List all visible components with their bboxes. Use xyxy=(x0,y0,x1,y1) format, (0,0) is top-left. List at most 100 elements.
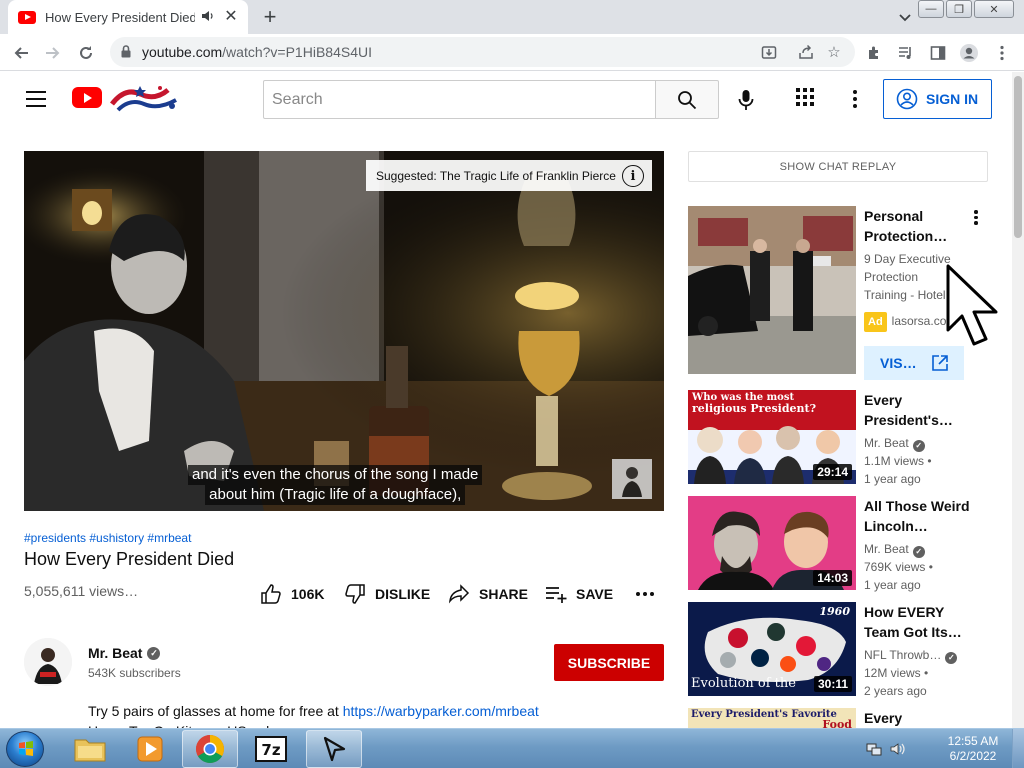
subscribe-button[interactable]: SUBSCRIBE xyxy=(554,644,664,681)
browser-toolbar: youtube.com/watch?v=P1HiB84S4UI ☆ xyxy=(0,34,1024,71)
search-input[interactable] xyxy=(264,81,655,118)
related-video-4[interactable]: Every President's Favorite Food Every xyxy=(688,708,1008,728)
thumbnail-text-2: Food xyxy=(822,718,852,728)
sign-in-button[interactable]: SIGN IN xyxy=(883,79,992,119)
related-video-3[interactable]: 1960 Evolution of the 30:11 How EVERY Tea… xyxy=(688,602,1008,702)
search-field[interactable] xyxy=(263,80,656,119)
suggested-video-card[interactable]: Suggested: The Tragic Life of Franklin P… xyxy=(366,160,652,191)
search-button[interactable] xyxy=(655,80,719,119)
browser-tab[interactable]: How Every President Died - YouTube ✕ xyxy=(8,0,248,34)
ad-thumbnail[interactable] xyxy=(688,206,856,374)
side-panel-icon[interactable] xyxy=(928,43,948,63)
taskbar-7zip[interactable]: 7z xyxy=(243,730,299,768)
address-bar[interactable]: youtube.com/watch?v=P1HiB84S4UI ☆ xyxy=(110,37,855,67)
mouse-cursor-icon xyxy=(946,264,998,346)
apps-grid-icon[interactable] xyxy=(795,87,819,111)
media-control-icon[interactable] xyxy=(896,43,916,63)
channel-name[interactable]: Mr. Beat ✓ xyxy=(88,645,161,661)
video-duration: 29:14 xyxy=(813,464,852,480)
description-link[interactable]: https://warbyparker.com/mrbeat xyxy=(343,703,539,719)
windows-taskbar: 7z 12:55 AM 6/2/2022 xyxy=(0,728,1024,768)
like-button[interactable]: 106K xyxy=(260,583,324,605)
share-icon[interactable] xyxy=(797,43,815,61)
suggested-video-text: Suggested: The Tragic Life of Franklin P… xyxy=(376,168,616,183)
profile-avatar-icon[interactable] xyxy=(959,43,979,63)
svg-text:7z: 7z xyxy=(261,741,280,759)
forward-arrow-icon[interactable] xyxy=(42,42,64,64)
network-icon[interactable] xyxy=(866,741,882,757)
taskbar-chrome[interactable] xyxy=(182,730,238,768)
thumbnail-caption: Evolution of the xyxy=(691,676,796,691)
settings-more-icon[interactable] xyxy=(845,87,865,111)
save-button[interactable]: SAVE xyxy=(545,583,613,605)
share-arrow-icon xyxy=(448,584,470,604)
video-title[interactable]: Every xyxy=(864,708,974,728)
start-button[interactable] xyxy=(6,731,44,767)
volume-icon[interactable] xyxy=(890,741,906,757)
info-icon[interactable]: i xyxy=(622,165,644,187)
video-thumbnail[interactable]: Every President's Favorite Food xyxy=(688,708,856,728)
thumbnail-text: Every President's Favorite xyxy=(691,709,837,720)
tab-title: How Every President Died - YouTube xyxy=(45,9,195,25)
related-video-1[interactable]: Who was the most religious President? 29… xyxy=(688,390,1008,490)
video-player[interactable]: Suggested: The Tragic Life of Franklin P… xyxy=(24,151,664,511)
ad-menu-icon[interactable] xyxy=(972,210,980,226)
taskbar-explorer[interactable] xyxy=(62,730,118,768)
speaker-icon[interactable] xyxy=(201,10,215,25)
visit-site-button[interactable]: VIS… xyxy=(864,346,964,380)
channel-avatar[interactable] xyxy=(24,638,72,686)
chrome-menu-icon[interactable] xyxy=(992,43,1012,63)
video-title[interactable]: Every President's… xyxy=(864,390,974,430)
more-actions-icon[interactable] xyxy=(636,592,654,598)
lock-icon xyxy=(121,45,131,58)
external-link-icon xyxy=(931,355,948,371)
reload-icon[interactable] xyxy=(75,42,97,64)
install-app-icon[interactable] xyxy=(760,43,778,61)
clock-time: 12:55 AM xyxy=(947,734,999,748)
chrome-icon xyxy=(196,735,224,763)
subscriber-count: 543K subscribers xyxy=(88,666,181,680)
system-clock[interactable]: 12:55 AM 6/2/2022 xyxy=(938,734,1008,764)
tab-close-icon[interactable]: ✕ xyxy=(223,9,239,25)
taskbar-media-player[interactable] xyxy=(122,730,178,768)
voice-search-mic-icon[interactable] xyxy=(730,84,762,116)
youtube-doodle-logo[interactable] xyxy=(110,82,180,112)
video-thumbnail[interactable]: 1960 Evolution of the 30:11 xyxy=(688,602,856,696)
folder-icon xyxy=(74,739,106,762)
view-count[interactable]: 5,055,611 views… xyxy=(24,583,138,599)
bookmark-star-icon[interactable]: ☆ xyxy=(825,43,843,61)
share-button[interactable]: SHARE xyxy=(448,583,528,605)
video-title[interactable]: All Those Weird Lincoln… xyxy=(864,496,974,536)
minimize-button[interactable]: — xyxy=(918,0,944,18)
sign-in-label: SIGN IN xyxy=(926,91,979,107)
video-caption: and it's even the chorus of the song I m… xyxy=(188,465,483,505)
related-video-2[interactable]: 14:03 All Those Weird Lincoln… Mr. Beat ✓ … xyxy=(688,496,1008,596)
channel-watermark[interactable] xyxy=(612,459,652,499)
browser-tab-bar: How Every President Died - YouTube ✕ + —… xyxy=(0,0,1024,34)
back-arrow-icon[interactable] xyxy=(10,42,32,64)
clock-date: 6/2/2022 xyxy=(949,749,997,763)
pointer-app-icon xyxy=(323,736,346,762)
tab-search-chevron-icon[interactable] xyxy=(896,7,914,27)
dislike-button[interactable]: DISLIKE xyxy=(344,583,430,605)
hashtags[interactable]: #presidents #ushistory #mrbeat xyxy=(24,531,191,545)
ad-title[interactable]: Personal Protection… xyxy=(864,206,974,246)
playlist-add-icon xyxy=(546,587,567,603)
video-duration: 14:03 xyxy=(813,570,852,586)
show-desktop-button[interactable] xyxy=(1012,729,1024,768)
verified-check-icon: ✓ xyxy=(912,546,925,558)
menu-hamburger-icon[interactable] xyxy=(26,91,46,107)
video-thumbnail[interactable]: Who was the most religious President? 29… xyxy=(688,390,856,484)
youtube-logo-icon[interactable] xyxy=(72,87,102,108)
video-title[interactable]: How EVERY Team Got Its… xyxy=(864,602,974,642)
video-title: How Every President Died xyxy=(24,549,235,569)
new-tab-button[interactable]: + xyxy=(258,4,282,30)
close-window-button[interactable]: ✕ xyxy=(974,0,1014,18)
search-icon xyxy=(678,90,697,109)
taskbar-cursor-app[interactable] xyxy=(306,730,362,768)
restore-button[interactable]: ❐ xyxy=(946,0,972,18)
extensions-puzzle-icon[interactable] xyxy=(864,43,884,63)
show-chat-replay-button[interactable]: SHOW CHAT REPLAY xyxy=(688,151,988,182)
video-thumbnail[interactable]: 14:03 xyxy=(688,496,856,590)
page-scrollbar-thumb[interactable] xyxy=(1014,76,1022,238)
